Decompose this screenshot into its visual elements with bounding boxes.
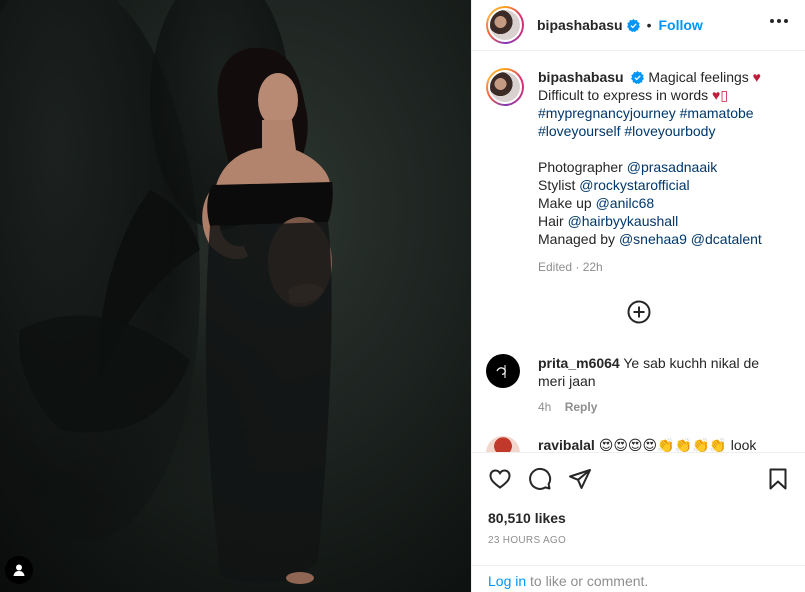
- credit-role: Hair: [538, 213, 564, 229]
- credit-handle[interactable]: @hairbyykaushall: [568, 213, 679, 229]
- credit-role: Photographer: [538, 159, 623, 175]
- managed-by-handle[interactable]: @dcatalent: [691, 231, 762, 247]
- comment-icon[interactable]: [528, 467, 552, 491]
- comments-section[interactable]: bipashabasu Magical feelings ♥ Difficult…: [472, 52, 805, 452]
- more-options-icon[interactable]: [770, 19, 788, 23]
- credit-role: Stylist: [538, 177, 576, 193]
- login-prompt: Log in to like or comment.: [472, 565, 805, 592]
- save-icon[interactable]: [766, 467, 790, 491]
- hashtag-link[interactable]: #loveyourself: [538, 123, 621, 139]
- credit-handle[interactable]: @prasadnaaik: [627, 159, 718, 175]
- hashtag-link[interactable]: #mypregnancyjourney: [538, 105, 676, 121]
- hashtag-link[interactable]: #loveyourbody: [624, 123, 715, 139]
- caption-line-2: Difficult to express in words: [538, 87, 709, 103]
- login-link[interactable]: Log in: [488, 573, 526, 589]
- comment-username[interactable]: prita_m6064: [538, 355, 620, 371]
- like-icon[interactable]: [488, 467, 512, 491]
- share-icon[interactable]: [568, 467, 592, 491]
- managed-by-handle[interactable]: @snehaa9: [619, 231, 687, 247]
- follow-button[interactable]: Follow: [659, 17, 703, 33]
- comment-avatar[interactable]: [486, 436, 520, 452]
- credit-handle[interactable]: @anilc68: [596, 195, 655, 211]
- caption-line-1: Magical feelings: [648, 69, 749, 85]
- comment-age: 4h: [538, 400, 552, 414]
- comment-avatar[interactable]: [486, 354, 520, 388]
- post-image[interactable]: [0, 0, 471, 592]
- likes-count[interactable]: 80,510 likes: [488, 510, 566, 526]
- caption-avatar[interactable]: [486, 68, 524, 106]
- verified-icon: [626, 18, 640, 32]
- credit-handle[interactable]: @rockystarofficial: [579, 177, 689, 193]
- photo-subject: [19, 47, 333, 584]
- comment-item: ravibalal 😍😍😍😍👏👏👏👏 look so: [486, 436, 786, 452]
- caption-username[interactable]: bipashabasu: [538, 69, 624, 85]
- reply-button[interactable]: Reply: [565, 400, 598, 414]
- user-tag-icon[interactable]: [5, 556, 33, 584]
- header-separator: •: [646, 17, 652, 33]
- comment-item: prita_m6064 Ye sab kuchh nikal de meri j…: [486, 354, 786, 416]
- post-caption: bipashabasu Magical feelings ♥ Difficult…: [486, 68, 796, 276]
- avatar[interactable]: [486, 6, 524, 44]
- heart-emoji: ♥▯: [712, 87, 729, 103]
- comment-username[interactable]: ravibalal: [538, 437, 595, 452]
- post-sidebar: bipashabasu • Follow bipashabasu Magical…: [471, 0, 805, 592]
- load-more-comments-icon[interactable]: [627, 300, 651, 324]
- post-timestamp: 23 HOURS AGO: [488, 535, 567, 546]
- post-actions: 80,510 likes 23 HOURS AGO Log in to like…: [472, 452, 805, 592]
- hashtag-link[interactable]: #mamatobe: [680, 105, 754, 121]
- credit-role: Make up: [538, 195, 592, 211]
- post-header: bipashabasu • Follow: [472, 0, 805, 51]
- caption-edited-meta: Edited · 22h: [538, 260, 603, 274]
- managed-by-label: Managed by: [538, 231, 616, 247]
- header-username[interactable]: bipashabasu: [537, 17, 623, 33]
- login-suffix: to like or comment.: [526, 573, 649, 589]
- heart-emoji: ♥: [752, 69, 761, 85]
- verified-icon: [631, 71, 645, 84]
